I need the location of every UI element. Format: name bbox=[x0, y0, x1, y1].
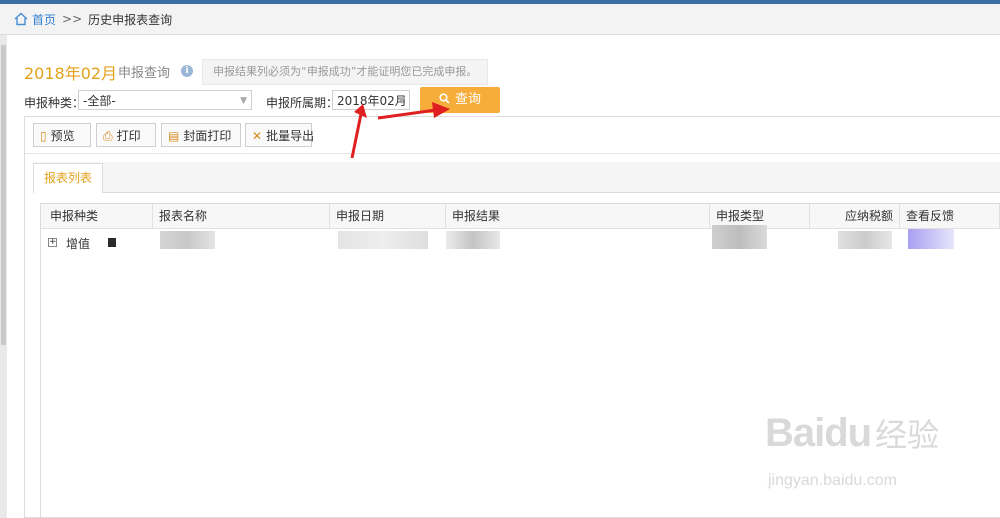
watermark: Baidu 经验 bbox=[765, 410, 939, 456]
watermark-url: jingyan.baidu.com bbox=[768, 472, 897, 489]
watermark-brand-cn: 经验 bbox=[875, 416, 940, 454]
watermark-brand: Baidu bbox=[765, 411, 872, 455]
